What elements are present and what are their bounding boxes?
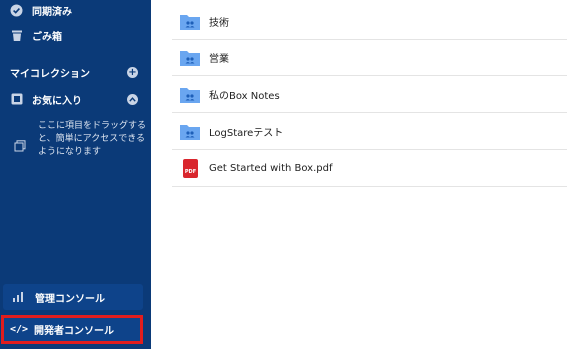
sidebar-item-favorites[interactable]: お気に入り — [0, 87, 151, 111]
sidebar-item-synced[interactable]: 同期済み — [0, 0, 151, 22]
sidebar: 同期済み ごみ箱 マイコレクション + お気に入り ここに項目をドラッグすると、… — [0, 0, 151, 349]
file-row[interactable]: 技術 — [172, 4, 567, 40]
favorites-drop-hint: ここに項目をドラッグすると、簡単にアクセスできるようになります — [14, 120, 146, 172]
favorites-hint-text: ここに項目をドラッグすると、簡単にアクセスできるようになります — [38, 121, 147, 157]
file-name: LogStareテスト — [209, 128, 284, 139]
file-row[interactable]: 私のBox Notes — [172, 77, 567, 113]
add-collection-icon[interactable]: + — [127, 66, 138, 78]
file-name: 技術 — [209, 18, 229, 29]
sidebar-item-label: お気に入り — [32, 95, 82, 107]
file-row[interactable]: LogStareテスト — [172, 114, 567, 150]
favorites-icon — [10, 93, 23, 106]
sidebar-item-label: ごみ箱 — [32, 31, 62, 43]
sidebar-item-label: 同期済み — [32, 6, 72, 18]
pdf-icon: PDF — [183, 159, 198, 178]
shared-folder-icon — [180, 123, 200, 141]
file-name: 私のBox Notes — [209, 91, 280, 102]
file-name: 営業 — [209, 54, 229, 65]
sidebar-item-trash[interactable]: ごみ箱 — [0, 23, 151, 47]
bar-chart-icon — [11, 290, 25, 304]
trash-icon — [10, 29, 23, 42]
sidebar-item-label: 開発者コンソール — [34, 326, 114, 337]
my-collection-label: マイコレクション — [10, 68, 90, 80]
file-name: Get Started with Box.pdf — [209, 163, 333, 174]
chevron-up-icon[interactable] — [127, 93, 138, 105]
sidebar-item-admin-console[interactable]: 管理コンソール — [3, 284, 143, 310]
file-row[interactable]: PDF Get Started with Box.pdf — [172, 151, 567, 187]
shared-folder-icon — [180, 86, 200, 104]
code-icon: </> — [10, 324, 29, 335]
shared-folder-icon — [180, 49, 200, 67]
file-row[interactable]: 営業 — [172, 40, 567, 76]
shared-folder-icon — [180, 13, 200, 31]
check-circle-icon — [10, 4, 23, 17]
drag-copy-icon — [14, 140, 26, 152]
sidebar-item-label: 管理コンソール — [35, 293, 105, 305]
sidebar-item-dev-console[interactable]: </> 開発者コンソール — [1, 315, 143, 344]
my-collection-header: マイコレクション + — [0, 63, 151, 81]
